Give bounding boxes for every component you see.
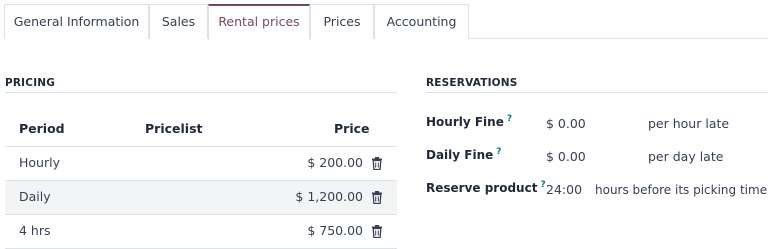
daily-fine-label: Daily Fine? (426, 147, 502, 162)
tab-sales[interactable]: Sales (149, 4, 208, 39)
daily-fine-label-text: Daily Fine (426, 148, 494, 162)
reserve-product-unit-text: hours before its picking time (595, 183, 768, 197)
trash-icon[interactable] (371, 225, 383, 238)
tab-rental-prices[interactable]: Rental prices (208, 4, 310, 40)
reserve-product-label-text: Reserve product (426, 181, 538, 195)
trash-icon[interactable] (371, 191, 383, 204)
notebook-tabs: General Information Sales Rental prices … (4, 4, 768, 40)
hourly-fine-unit: per hour late (648, 116, 730, 131)
reserve-product-label: Reserve product? (426, 180, 546, 195)
row-divider (5, 214, 397, 215)
column-header-period[interactable]: Period (19, 121, 65, 136)
tab-general-information[interactable]: General Information (4, 4, 149, 39)
pricing-section-title: PRICING (5, 77, 56, 89)
daily-fine-value[interactable]: $ 0.00 (546, 149, 586, 164)
period-cell: Hourly (19, 155, 60, 170)
price-cell: $ 750.00 (307, 223, 363, 238)
reservations-section-title: RESERVATIONS (426, 77, 518, 89)
help-icon[interactable]: ? (540, 180, 545, 190)
column-header-pricelist[interactable]: Pricelist (145, 121, 202, 136)
period-cell: Daily (19, 189, 51, 204)
price-cell: $ 1,200.00 (295, 189, 363, 204)
help-icon[interactable]: ? (507, 114, 512, 124)
trash-icon[interactable] (371, 157, 383, 170)
daily-fine-unit: per day late (648, 149, 724, 164)
hourly-fine-label: Hourly Fine? (426, 114, 512, 129)
tab-accounting[interactable]: Accounting (374, 4, 469, 39)
tab-prices[interactable]: Prices (310, 4, 374, 39)
row-divider (5, 146, 397, 147)
reservations-divider (426, 92, 768, 93)
price-cell: $ 200.00 (307, 155, 363, 170)
period-cell: 4 hrs (19, 223, 51, 238)
hourly-fine-value[interactable]: $ 0.00 (546, 116, 586, 131)
reserve-product-unit: hours before its picking time? (595, 182, 768, 197)
column-header-price[interactable]: Price (334, 121, 370, 136)
help-icon[interactable]: ? (496, 147, 501, 157)
reserve-product-value[interactable]: 24:00 (546, 182, 582, 197)
hourly-fine-label-text: Hourly Fine (426, 115, 504, 129)
pricing-divider (5, 92, 397, 93)
